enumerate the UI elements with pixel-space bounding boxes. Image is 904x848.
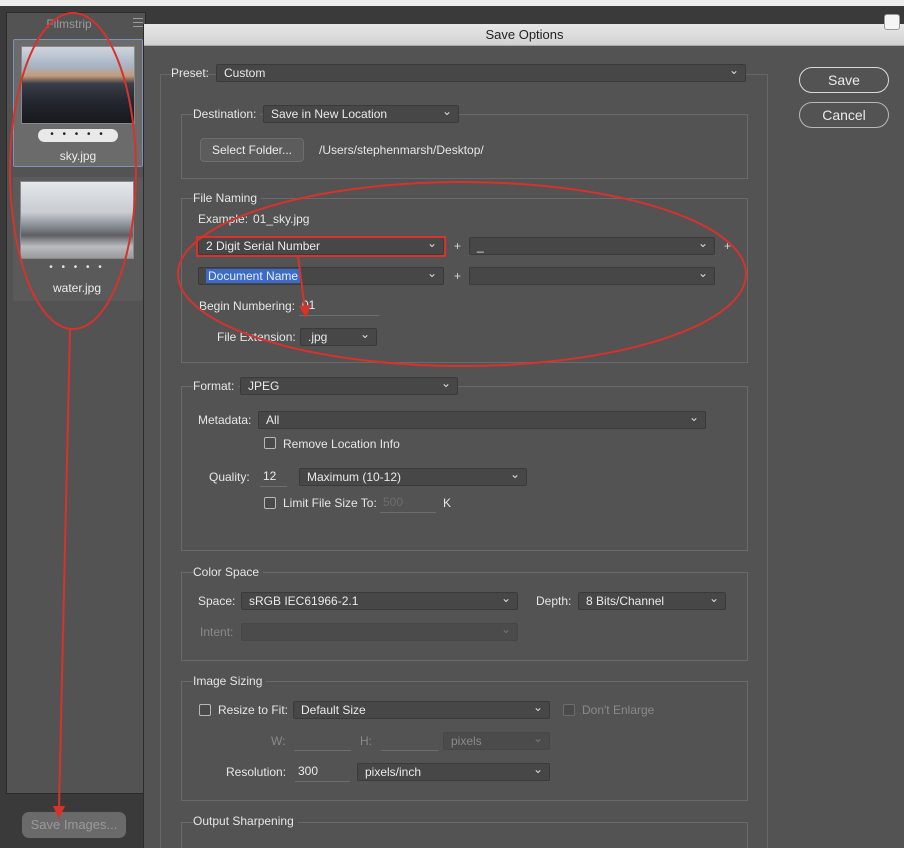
water-thumbnail	[20, 181, 134, 259]
color-space-group	[181, 572, 748, 661]
sky-thumbnail	[21, 46, 135, 124]
naming-field-4-select[interactable]	[469, 265, 715, 285]
file-naming-title: File Naming	[193, 191, 262, 205]
filmstrip-title: Filmstrip	[46, 17, 92, 31]
filmstrip-item-label: water.jpg	[52, 281, 102, 295]
quality-input[interactable]: 12	[260, 467, 287, 487]
top-edge	[0, 0, 904, 6]
preset-label: Preset:	[171, 66, 210, 80]
limit-file-size-unit: K	[443, 496, 452, 510]
dont-enlarge-label: Don't Enlarge	[582, 703, 655, 717]
rating-stars[interactable]: • • • • •	[38, 129, 118, 142]
resolution-units-select[interactable]: pixels/inch	[357, 761, 550, 781]
depth-select[interactable]: 8 Bits/Channel	[578, 590, 726, 610]
remove-location-label: Remove Location Info	[283, 437, 400, 451]
naming-field-2-select[interactable]: _	[469, 235, 715, 255]
space-label: Space:	[198, 594, 236, 608]
selected-text: Document Name	[206, 269, 301, 283]
rating-stars[interactable]: • • • • •	[37, 262, 117, 273]
filmstrip-item-label: sky.jpg	[59, 149, 97, 163]
file-extension-label: File Extension:	[217, 330, 296, 344]
save-button[interactable]: Save	[799, 67, 889, 93]
window-control-icon[interactable]	[884, 14, 900, 30]
save-images-button[interactable]: Save Images...	[22, 812, 126, 838]
cancel-button[interactable]: Cancel	[799, 102, 889, 128]
file-extension-select[interactable]: .jpg	[300, 326, 377, 346]
destination-label: Destination:	[193, 107, 261, 121]
resize-to-fit-select[interactable]: Default Size	[293, 699, 550, 719]
naming-field-3-select[interactable]: Document Name	[198, 265, 444, 285]
image-sizing-title: Image Sizing	[193, 674, 267, 688]
metadata-select[interactable]: All	[258, 409, 706, 429]
resize-to-fit-label: Resize to Fit:	[218, 703, 289, 717]
height-input[interactable]	[381, 731, 438, 751]
example-value: 01_sky.jpg	[253, 212, 310, 226]
filmstrip-item-sky[interactable]: • • • • • sky.jpg	[13, 39, 143, 167]
output-sharpening-title: Output Sharpening	[193, 814, 298, 828]
plus-separator: +	[454, 269, 462, 283]
color-space-title: Color Space	[193, 565, 264, 579]
depth-label: Depth:	[536, 594, 572, 608]
resolution-input[interactable]: 300	[295, 762, 350, 782]
format-select[interactable]: JPEG	[240, 375, 458, 395]
begin-numbering-label: Begin Numbering:	[199, 299, 296, 313]
annotation-box	[196, 236, 446, 257]
plus-separator: +	[454, 239, 462, 253]
save-options-dialog: Save Options Preset: Custom Save Cancel …	[143, 14, 904, 848]
limit-file-size-checkbox[interactable]	[264, 497, 276, 509]
destination-path: /Users/stephenmarsh/Desktop/	[319, 143, 484, 157]
metadata-label: Metadata:	[198, 413, 252, 427]
filmstrip-panel: Filmstrip • • • • • sky.jpg • • • • • wa…	[6, 12, 146, 794]
plus-separator: +	[724, 239, 732, 253]
panel-menu-icon[interactable]	[133, 18, 143, 27]
remove-location-checkbox[interactable]	[264, 437, 276, 449]
size-units-select[interactable]: pixels	[443, 730, 550, 750]
width-input[interactable]	[294, 731, 351, 751]
dialog-title: Save Options	[144, 24, 904, 46]
intent-select[interactable]	[241, 621, 518, 641]
select-folder-button[interactable]: Select Folder...	[200, 138, 304, 162]
begin-numbering-input[interactable]: 01	[299, 296, 379, 316]
filmstrip-item-water[interactable]: • • • • • water.jpg	[13, 177, 143, 301]
destination-select[interactable]: Save in New Location	[263, 103, 459, 123]
quality-label: Quality:	[209, 470, 250, 484]
limit-file-size-label: Limit File Size To:	[283, 496, 377, 510]
example-label: Example:	[198, 212, 249, 226]
preset-select[interactable]: Custom	[216, 62, 746, 82]
width-label: W:	[271, 734, 286, 748]
quality-preset-select[interactable]: Maximum (10-12)	[299, 466, 527, 486]
space-select[interactable]: sRGB IEC61966-2.1	[241, 590, 518, 610]
limit-file-size-input[interactable]: 500	[380, 493, 436, 513]
resolution-label: Resolution:	[226, 765, 287, 779]
height-label: H:	[360, 734, 372, 748]
intent-label: Intent:	[200, 625, 234, 639]
dont-enlarge-checkbox[interactable]	[563, 704, 575, 716]
format-label: Format:	[193, 379, 239, 393]
resize-to-fit-checkbox[interactable]	[199, 704, 211, 716]
